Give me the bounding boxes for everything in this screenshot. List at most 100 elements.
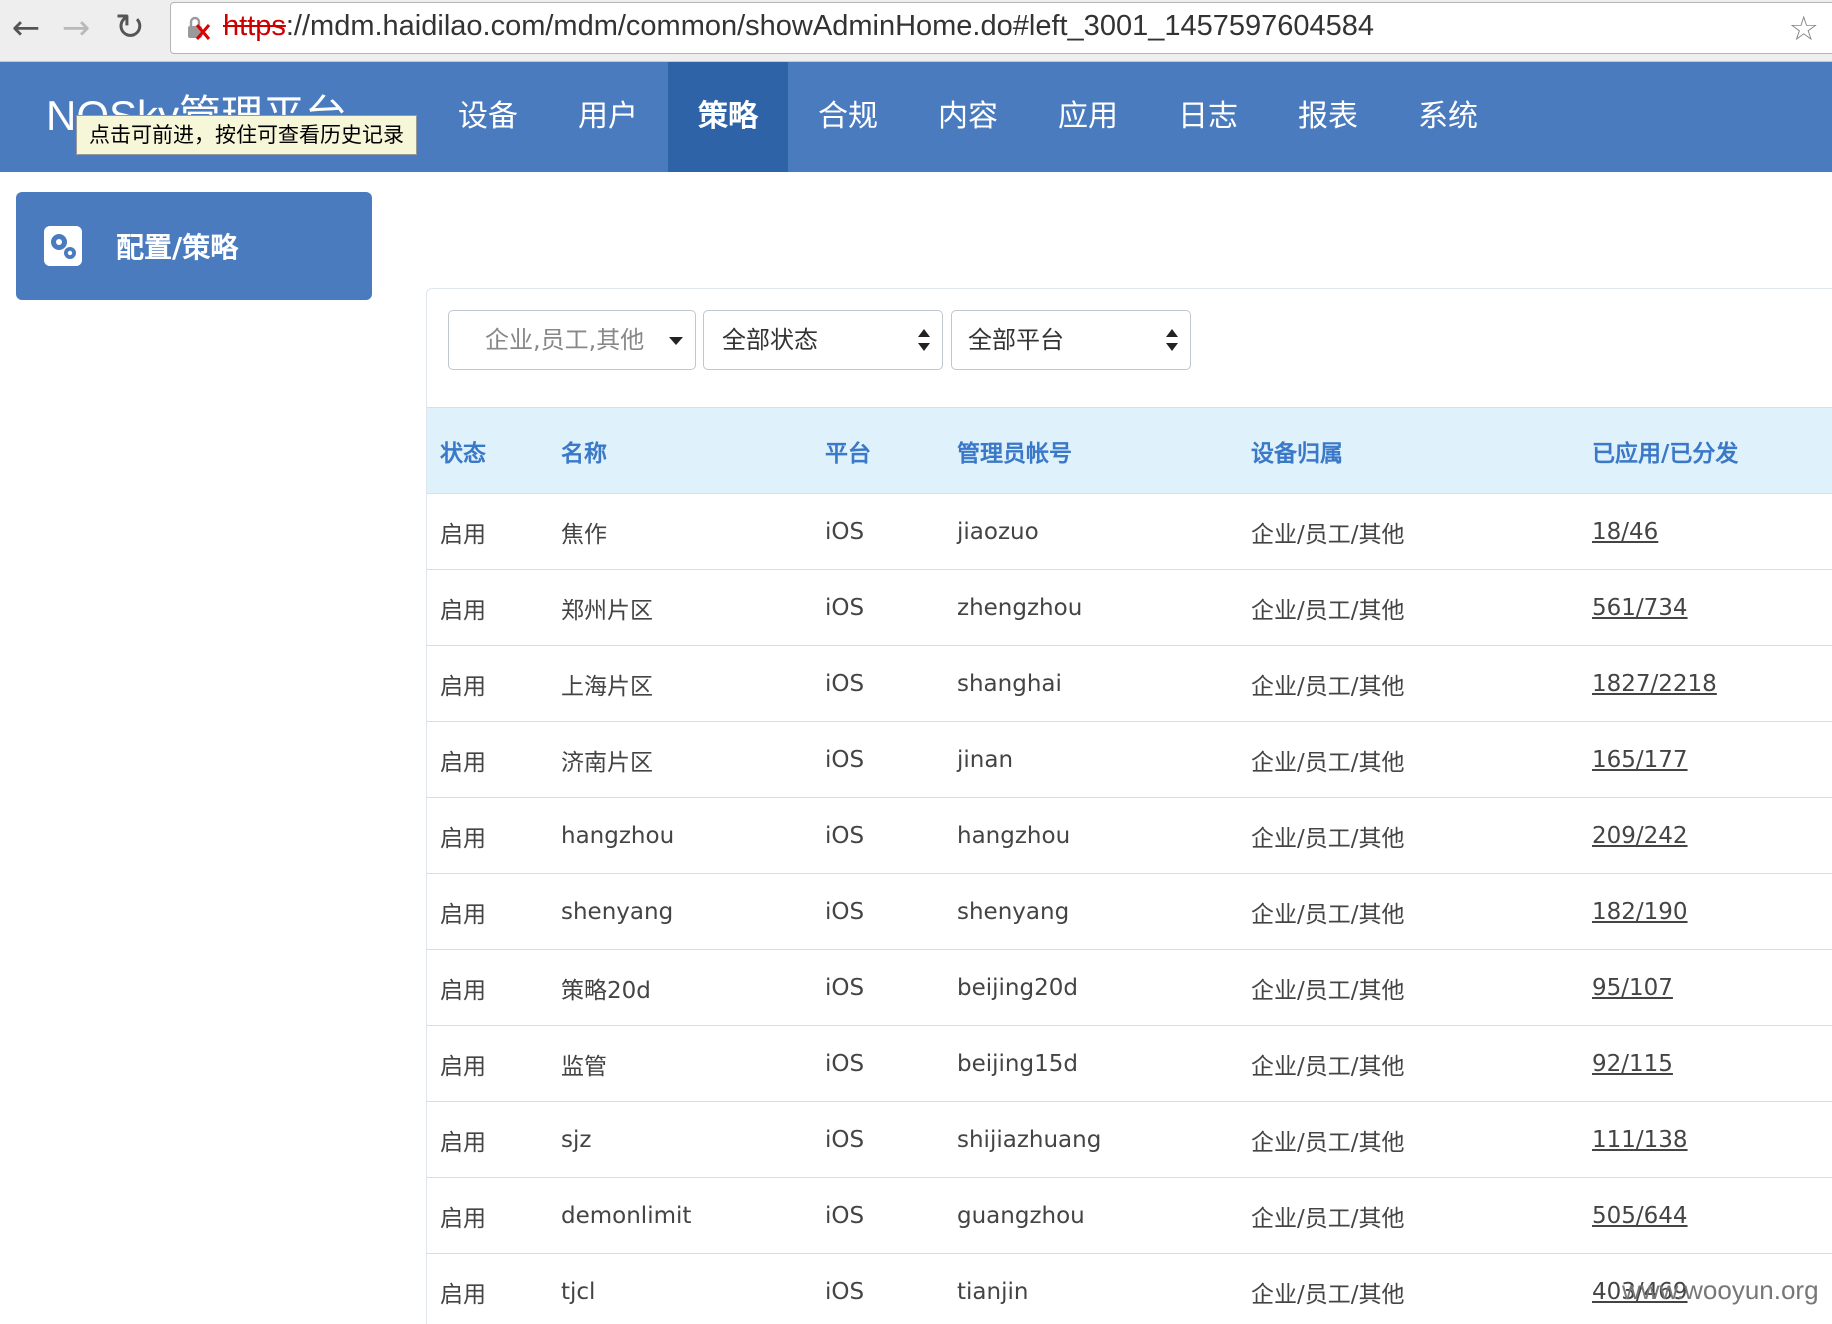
cell-platform: iOS [825, 1101, 957, 1178]
applied-distributed-link[interactable]: 165/177 [1592, 747, 1688, 773]
cell-name: 济南片区 [561, 721, 825, 798]
owner-filter-placeholder: 企业,员工,其他 [485, 326, 645, 354]
nav-tab[interactable]: 设备 [428, 62, 548, 172]
cell-device-ownership: 企业/员工/其他 [1251, 569, 1592, 646]
cell-admin-account: guangzhou [957, 1177, 1251, 1254]
header-applied-distributed[interactable]: 已应用/已分发 [1592, 407, 1832, 494]
cell-admin-account: beijing20d [957, 949, 1251, 1026]
insecure-lock-icon [188, 16, 211, 40]
cell-admin-account: hangzhou [957, 797, 1251, 874]
back-arrow-icon[interactable]: ← [4, 6, 48, 50]
applied-distributed-link[interactable]: 95/107 [1592, 975, 1673, 1001]
table-row[interactable]: 启用 郑州片区 iOS zhengzhou 企业/员工/其他 561/734 [427, 569, 1832, 646]
url-text: https://mdm.haidilao.com/mdm/common/show… [223, 10, 1374, 43]
url-path: ://mdm.haidilao.com/mdm/common/showAdmin… [285, 10, 1374, 42]
cell-applied-distributed: 1827/2218 [1592, 645, 1832, 722]
watermark: www.wooyun.org [1622, 1275, 1819, 1305]
cell-device-ownership: 企业/员工/其他 [1251, 721, 1592, 798]
applied-distributed-link[interactable]: 561/734 [1592, 595, 1688, 621]
cell-applied-distributed: 92/115 [1592, 1025, 1832, 1102]
gears-icon [44, 226, 82, 266]
cell-platform: iOS [825, 949, 957, 1026]
cell-platform: iOS [825, 721, 957, 798]
header-platform[interactable]: 平台 [825, 407, 957, 494]
applied-distributed-link[interactable]: 18/46 [1592, 519, 1658, 545]
cell-admin-account: shanghai [957, 645, 1251, 722]
nav-tab[interactable]: 系统 [1388, 62, 1508, 172]
cell-admin-account: zhengzhou [957, 569, 1251, 646]
cell-applied-distributed: 182/190 [1592, 873, 1832, 950]
applied-distributed-link[interactable]: 92/115 [1592, 1051, 1673, 1077]
header-device-ownership[interactable]: 设备归属 [1251, 407, 1592, 494]
sidebar-item-config-policy[interactable]: 配置/策略 [16, 192, 372, 300]
cell-platform: iOS [825, 1177, 957, 1254]
applied-distributed-link[interactable]: 111/138 [1592, 1127, 1688, 1153]
table-row[interactable]: 启用 上海片区 iOS shanghai 企业/员工/其他 1827/2218 [427, 645, 1832, 722]
cell-device-ownership: 企业/员工/其他 [1251, 797, 1592, 874]
cell-device-ownership: 企业/员工/其他 [1251, 873, 1592, 950]
cell-name: 监管 [561, 1025, 825, 1102]
cell-applied-distributed: 111/138 [1592, 1101, 1832, 1178]
cell-admin-account: beijing15d [957, 1025, 1251, 1102]
header-admin-account[interactable]: 管理员帐号 [957, 407, 1251, 494]
table-row[interactable]: 启用 shenyang iOS shenyang 企业/员工/其他 182/190 [427, 873, 1832, 950]
table-header-row: 状态 名称 平台 管理员帐号 设备归属 已应用/已分发 [427, 407, 1832, 494]
cell-name: 焦作 [561, 493, 825, 570]
nav-tab[interactable]: 合规 [788, 62, 908, 172]
cell-platform: iOS [825, 873, 957, 950]
forward-arrow-icon[interactable]: → [54, 6, 98, 50]
nav-tab[interactable]: 内容 [908, 62, 1028, 172]
cell-name: sjz [561, 1101, 825, 1178]
cell-admin-account: jinan [957, 721, 1251, 798]
platform-filter-select[interactable]: 全部平台 [951, 310, 1191, 370]
nav-tab[interactable]: 报表 [1268, 62, 1388, 172]
cell-applied-distributed: 95/107 [1592, 949, 1832, 1026]
cell-applied-distributed: 505/644 [1592, 1177, 1832, 1254]
table-row[interactable]: 启用 监管 iOS beijing15d 企业/员工/其他 92/115 [427, 1025, 1832, 1102]
nav-tab[interactable]: 用户 [548, 62, 668, 172]
table-row[interactable]: 启用 sjz iOS shijiazhuang 企业/员工/其他 111/138 [427, 1101, 1832, 1178]
url-scheme: https [223, 10, 286, 42]
header-status[interactable]: 状态 [427, 407, 561, 494]
cell-applied-distributed: 561/734 [1592, 569, 1832, 646]
table-row[interactable]: 启用 济南片区 iOS jinan 企业/员工/其他 165/177 [427, 721, 1832, 798]
cell-platform: iOS [825, 645, 957, 722]
nav-tab[interactable]: 应用 [1028, 62, 1148, 172]
cell-device-ownership: 企业/员工/其他 [1251, 1253, 1592, 1324]
owner-filter-select[interactable]: 企业,员工,其他 [448, 310, 696, 370]
cell-admin-account: shenyang [957, 873, 1251, 950]
status-filter-select[interactable]: 全部状态 [703, 310, 943, 370]
cell-device-ownership: 企业/员工/其他 [1251, 1177, 1592, 1254]
cell-status: 启用 [427, 873, 561, 950]
table-row[interactable]: 启用 焦作 iOS jiaozuo 企业/员工/其他 18/46 [427, 493, 1832, 570]
cell-status: 启用 [427, 569, 561, 646]
cell-name: hangzhou [561, 797, 825, 874]
cell-status: 启用 [427, 1177, 561, 1254]
policy-table: 状态 名称 平台 管理员帐号 设备归属 已应用/已分发 启用 焦作 iOS jiaoz… [427, 407, 1832, 1324]
select-arrows-icon [918, 329, 930, 353]
table-row[interactable]: 启用 hangzhou iOS hangzhou 企业/员工/其他 209/242 [427, 797, 1832, 874]
bookmark-star-icon[interactable]: ☆ [1789, 9, 1819, 49]
nav-tab[interactable]: 日志 [1148, 62, 1268, 172]
header-name[interactable]: 名称 [561, 407, 825, 494]
cell-status: 启用 [427, 1101, 561, 1178]
cell-applied-distributed: 209/242 [1592, 797, 1832, 874]
address-bar[interactable]: https://mdm.haidilao.com/mdm/common/show… [170, 2, 1832, 54]
applied-distributed-link[interactable]: 209/242 [1592, 823, 1688, 849]
nav-tab[interactable]: 策略 [668, 62, 788, 172]
applied-distributed-link[interactable]: 1827/2218 [1592, 671, 1717, 697]
cell-applied-distributed: 165/177 [1592, 721, 1832, 798]
cell-status: 启用 [427, 721, 561, 798]
cell-status: 启用 [427, 1025, 561, 1102]
cell-platform: iOS [825, 797, 957, 874]
cell-status: 启用 [427, 493, 561, 570]
cell-status: 启用 [427, 1253, 561, 1324]
applied-distributed-link[interactable]: 505/644 [1592, 1203, 1688, 1229]
policy-panel: 企业,员工,其他 全部状态 全部平台 状态 名称 平台 管理员帐号 设备归属 已… [426, 288, 1832, 1324]
reload-icon[interactable]: ↻ [108, 6, 152, 50]
table-row[interactable]: 启用 demonlimit iOS guangzhou 企业/员工/其他 505/644 [427, 1177, 1832, 1254]
cell-device-ownership: 企业/员工/其他 [1251, 493, 1592, 570]
applied-distributed-link[interactable]: 182/190 [1592, 899, 1688, 925]
cell-status: 启用 [427, 949, 561, 1026]
table-row[interactable]: 启用 策略20d iOS beijing20d 企业/员工/其他 95/107 [427, 949, 1832, 1026]
